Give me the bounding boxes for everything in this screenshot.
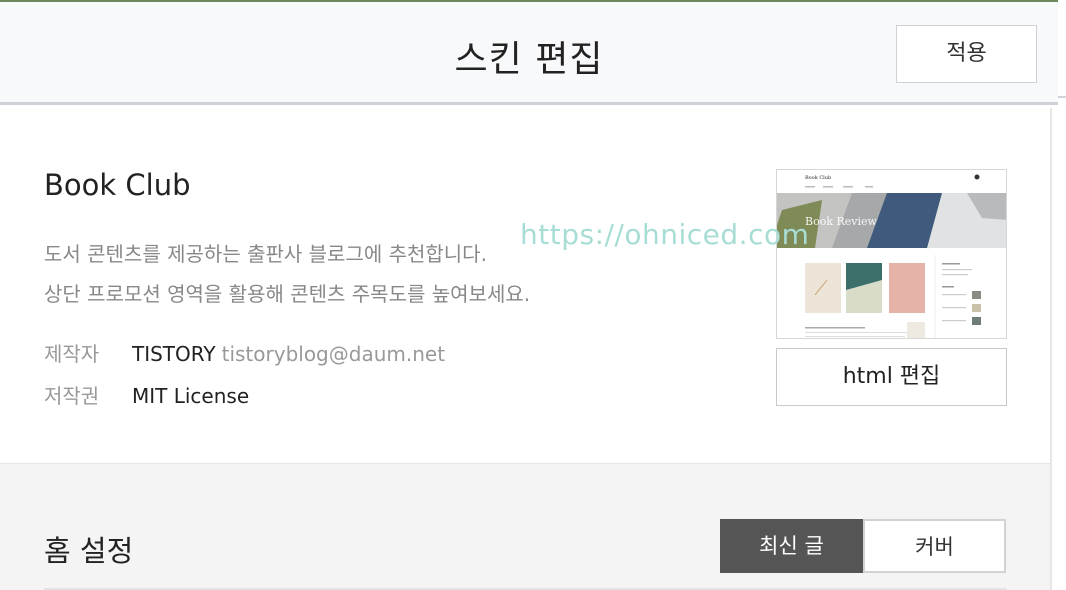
home-option-cover[interactable]: 커버 — [863, 519, 1006, 573]
author-label: 제작자 — [44, 342, 100, 366]
home-settings-title: 홈 설정 — [44, 534, 134, 568]
skin-preview-image: Book Club Book Review — [777, 170, 1006, 338]
skin-preview-thumbnail: Book Club Book Review — [776, 169, 1007, 339]
right-border — [1050, 108, 1052, 590]
preview-blog-title: Book Club — [805, 175, 831, 181]
home-settings-section: 홈 설정 최신 글 커버 — [0, 463, 1050, 590]
license-label: 저작권 — [44, 384, 100, 408]
header-divider-tail — [1058, 96, 1066, 98]
license-value: MIT License — [132, 384, 250, 408]
skin-info-panel: Book Club 도서 콘텐츠를 제공하는 출판사 블로그에 추천합니다. 상… — [0, 108, 1050, 463]
header-bar: 스킨 편집 적용 — [0, 2, 1058, 105]
apply-button[interactable]: 적용 — [896, 25, 1037, 83]
skin-name: Book Club — [44, 168, 191, 202]
skin-description-line-2: 상단 프로모션 영역을 활용해 콘텐츠 주목도를 높여보세요. — [44, 282, 531, 306]
home-option-latest-posts[interactable]: 최신 글 — [720, 519, 863, 573]
author-row: 제작자 TISTORY tistoryblog@daum.net — [44, 338, 445, 367]
author-name: TISTORY — [132, 342, 216, 366]
license-row: 저작권 MIT License — [44, 380, 249, 409]
watermark-text: https://ohniced.com — [520, 218, 810, 251]
html-edit-button[interactable]: html 편집 — [776, 348, 1007, 406]
author-email: tistoryblog@daum.net — [221, 342, 446, 366]
preview-banner-text: Book Review — [805, 215, 878, 228]
